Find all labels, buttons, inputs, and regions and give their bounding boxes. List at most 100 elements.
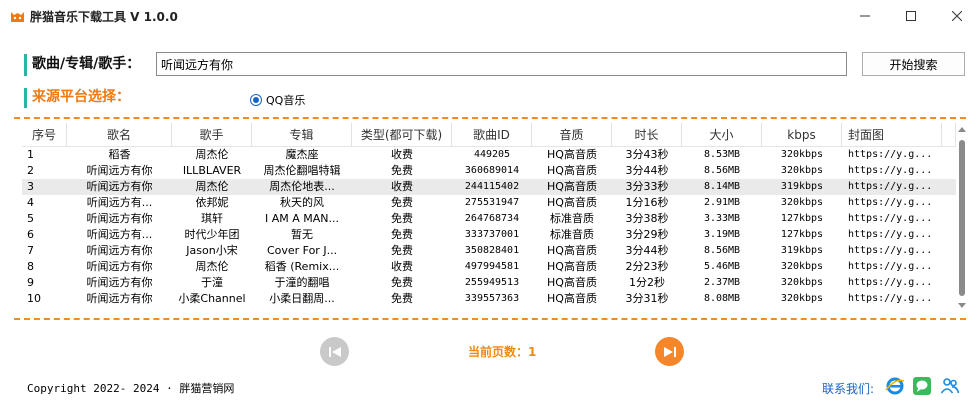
column-header[interactable]: 音质	[532, 123, 612, 146]
next-page-button[interactable]	[655, 337, 684, 366]
window-title: 胖猫音乐下载工具 V 1.0.0	[30, 10, 178, 24]
table-cell: 周杰伦翻唱特辑	[263, 164, 341, 177]
table-cell: 8.56MB	[703, 245, 741, 256]
scroll-up-icon[interactable]	[958, 127, 966, 132]
table-cell: 魔杰座	[285, 148, 319, 161]
table-cell: Jason小宋	[186, 244, 238, 257]
table-cell: 320kbps	[780, 277, 824, 288]
table-cell: 免费	[391, 276, 413, 289]
table-cell: https://y.g...	[848, 149, 933, 160]
table-row[interactable]: 3 听闻远方有你 周杰伦 周杰伦地表... 收费 244115402 HQ高音质 3分33秒 8…	[22, 179, 956, 195]
scroll-thumb[interactable]	[959, 140, 965, 296]
browser-icon[interactable]	[885, 376, 905, 396]
table-cell: ILLBLAVER	[182, 164, 242, 177]
prev-page-button[interactable]	[320, 337, 349, 366]
radio-button[interactable]	[250, 94, 262, 106]
table-cell: Cover For J...	[266, 244, 338, 257]
table-cell: HQ高音质	[547, 148, 597, 161]
table-cell: HQ高音质	[547, 244, 597, 257]
table-cell: 3.33MB	[703, 213, 741, 224]
table-cell: HQ高音质	[547, 292, 597, 305]
column-header[interactable]: 序号	[22, 123, 67, 146]
table-cell: I AM A MAN...	[264, 212, 339, 225]
table-cell: https://y.g...	[848, 229, 933, 240]
table-cell: HQ高音质	[547, 180, 597, 193]
platform-label: 来源平台选择：	[24, 88, 130, 108]
prev-page-icon	[328, 346, 341, 357]
column-header[interactable]: 专辑	[252, 123, 352, 146]
table-row[interactable]: 6 听闻远方有... 时代少年团 暂无 免费 333737001 标准音质 3分29秒 3.19…	[22, 227, 956, 243]
table-cell: https://y.g...	[848, 293, 933, 304]
table-cell: 8.56MB	[703, 165, 741, 176]
table-cell: 依邦妮	[195, 196, 229, 209]
table-row[interactable]: 4 听闻远方有... 依邦妮 秋天的风 免费 275531947 HQ高音质 1分16秒 2.9…	[22, 195, 956, 211]
table-row[interactable]: 2 听闻远方有你 ILLBLAVER 周杰伦翻唱特辑 免费 360689014 HQ高音质 3…	[22, 163, 956, 179]
table-cell: 319kbps	[780, 245, 824, 256]
table-row[interactable]: 9 听闻远方有你 于潼 于潼的翻唱 免费 255949513 HQ高音质 1分2秒 2.37MB…	[22, 275, 956, 291]
minimize-button[interactable]	[842, 0, 888, 32]
table-cell-spacer	[942, 211, 956, 227]
column-header[interactable]: 歌手	[172, 123, 252, 146]
table-cell: 听闻远方有你	[86, 276, 153, 289]
results-table: 序号 歌名 歌手 专辑 类型(都可下载) 歌曲ID 音质 时长 大小 kbps …	[22, 123, 956, 315]
table-cell: 5.46MB	[703, 261, 741, 272]
table-cell: 2.37MB	[703, 277, 741, 288]
table-cell: 于潼的翻唱	[274, 276, 330, 289]
column-header[interactable]: 封面图	[842, 123, 942, 146]
table-cell: 319kbps	[780, 181, 824, 192]
table-cell: 3.19MB	[703, 229, 741, 240]
table-header: 序号 歌名 歌手 专辑 类型(都可下载) 歌曲ID 音质 时长 大小 kbps …	[22, 123, 956, 147]
table-cell: 1分2秒	[629, 276, 665, 289]
column-header[interactable]: 歌名	[67, 123, 172, 146]
users-icon[interactable]	[940, 376, 960, 396]
radio-selected-dot	[253, 97, 259, 103]
column-header[interactable]: 类型(都可下载)	[352, 123, 452, 146]
column-header[interactable]: kbps	[762, 123, 842, 146]
table-cell: 8.53MB	[703, 149, 741, 160]
table-cell: 10	[27, 292, 41, 305]
table-row[interactable]: 1 稻香 周杰伦 魔杰座 收费 449205 HQ高音质 3分43秒 8.53MB 320kbps…	[22, 147, 956, 163]
table-cell: 听闻远方有你	[86, 260, 153, 273]
cat-icon	[11, 12, 24, 22]
scroll-down-icon[interactable]	[958, 303, 966, 308]
table-row[interactable]: 5 听闻远方有你 琪轩 I AM A MAN... 免费 264768734 标准音质 3分3…	[22, 211, 956, 227]
table-cell: 497994581	[464, 261, 520, 272]
table-cell: 3分33秒	[625, 180, 669, 193]
table-cell: 周杰伦	[195, 148, 229, 161]
maximize-icon	[906, 11, 916, 21]
close-button[interactable]	[934, 0, 980, 32]
close-icon	[952, 11, 962, 21]
chat-icon[interactable]	[912, 376, 932, 396]
table-cell: 于潼	[201, 276, 223, 289]
table-cell: 264768734	[464, 213, 520, 224]
table-row[interactable]: 8 听闻远方有你 周杰伦 稻香 (Remix... 收费 497994581 HQ高音质 2分…	[22, 259, 956, 275]
maximize-button[interactable]	[888, 0, 934, 32]
table-row[interactable]: 7 听闻远方有你 Jason小宋 Cover For J... 免费 350828401 H…	[22, 243, 956, 259]
table-cell: 免费	[391, 196, 413, 209]
table-cell: 255949513	[464, 277, 520, 288]
table-row[interactable]: 10 听闻远方有你 小柔Channel 小柔日翻周... 免费 339557363 HQ高音…	[22, 291, 956, 307]
table-cell: 350828401	[464, 245, 520, 256]
table-cell: HQ高音质	[547, 260, 597, 273]
column-header[interactable]: 时长	[612, 123, 682, 146]
divider-bottom	[14, 318, 966, 320]
table-cell: 9	[27, 276, 34, 289]
table-cell: https://y.g...	[848, 277, 933, 288]
column-header[interactable]: 大小	[682, 123, 762, 146]
title-bar: 胖猫音乐下载工具 V 1.0.0	[0, 0, 980, 32]
search-button[interactable]: 开始搜索	[862, 52, 965, 76]
table-cell: 2	[27, 164, 34, 177]
table-cell: 320kbps	[780, 293, 824, 304]
table-cell: https://y.g...	[848, 165, 933, 176]
table-cell: 免费	[391, 164, 413, 177]
table-cell-spacer	[942, 275, 956, 291]
column-header[interactable]: 歌曲ID	[452, 123, 532, 146]
table-scrollbar[interactable]	[956, 123, 967, 315]
table-cell: 6	[27, 228, 34, 241]
table-cell: 周杰伦	[195, 260, 229, 273]
platform-option-label: QQ音乐	[266, 94, 306, 107]
table-cell-spacer	[942, 179, 956, 195]
table-cell-spacer	[942, 227, 956, 243]
platform-option-qq[interactable]: QQ音乐	[250, 92, 305, 108]
search-input[interactable]	[156, 52, 847, 76]
